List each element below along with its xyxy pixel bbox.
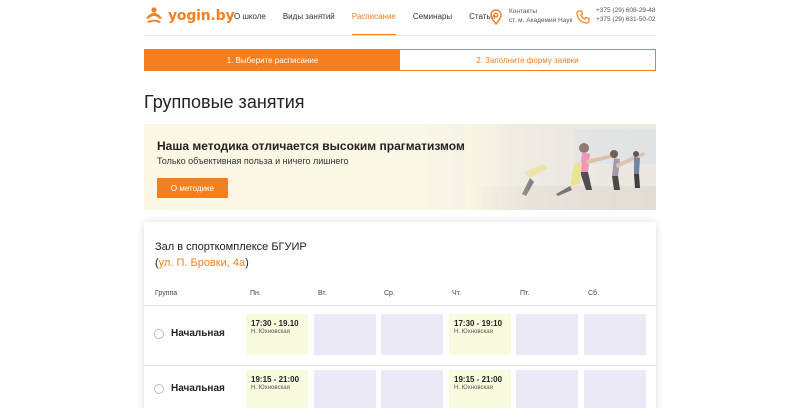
schedule-card: Зал в спорткомплексе БГУИР (ул. П. Бровк…	[144, 222, 656, 408]
nav-item-about[interactable]: О школе	[234, 12, 266, 36]
nav-item-classes[interactable]: Виды занятий	[283, 12, 335, 36]
col-header-wed: Ср.	[384, 290, 395, 297]
cell-time: 17:30 - 19:10	[454, 319, 503, 328]
step-fill-form[interactable]: 2. Заполните форму заявки	[400, 50, 655, 70]
contacts-title: Контакты	[509, 8, 538, 15]
yoga-class-photo	[464, 124, 656, 210]
about-method-button[interactable]: О методике	[157, 178, 228, 198]
schedule-cell-thu[interactable]: 17:30 - 19:10 Н. Юхновская	[449, 314, 511, 355]
schedule-cell-tue	[314, 314, 376, 355]
group-radio[interactable]	[154, 329, 164, 339]
method-banner: Наша методика отличается высоким прагмат…	[144, 124, 656, 210]
logo-text: yogin.by	[168, 8, 235, 24]
schedule-cell-tue	[314, 370, 376, 408]
cell-coach: Н. Юхновская	[251, 329, 290, 335]
schedule-cell-mon[interactable]: 17:30 - 19.10 Н. Юхновская	[246, 314, 308, 355]
page-title: Групповые занятия	[144, 92, 305, 112]
cell-coach: Н. Юхновская	[454, 329, 493, 335]
address-close-paren: )	[245, 257, 249, 269]
booking-steps: 1. Выберите расписание 2. Заполните форм…	[144, 49, 656, 71]
cell-time: 19:15 - 21:00	[454, 375, 503, 384]
main-nav: О школе Виды занятий Расписание Семинары…	[234, 12, 512, 36]
cell-time: 19:15 - 21:00	[251, 375, 300, 384]
col-header-tue: Вт.	[318, 290, 327, 297]
step-choose-schedule[interactable]: 1. Выберите расписание	[145, 50, 400, 70]
venue-address-line: (ул. П. Бровки, 4а)	[155, 257, 249, 269]
phone-icon	[576, 10, 590, 24]
schedule-cell-fri	[516, 314, 578, 355]
nav-item-seminars[interactable]: Семинары	[413, 12, 452, 36]
schedule-cell-wed	[381, 370, 443, 408]
row-divider	[144, 365, 656, 366]
phones-block: +375 (29) 608-29-48 +375 (29) 631-50-02	[576, 6, 655, 24]
banner-title: Наша методика отличается высоким прагмат…	[157, 139, 465, 153]
schedule-cell-wed	[381, 314, 443, 355]
group-radio[interactable]	[154, 384, 164, 394]
schedule-cell-sat	[584, 314, 646, 355]
banner-subtitle: Только объективная польза и ничего лишне…	[157, 156, 349, 166]
contacts-address: ст. м. Академия Наук	[509, 17, 573, 24]
phone-number-1[interactable]: +375 (29) 608-29-48	[596, 6, 655, 15]
schedule-cell-sat	[584, 370, 646, 408]
header-divider	[144, 305, 656, 306]
logo[interactable]: yogin.by	[144, 6, 235, 26]
group-name: Начальная	[171, 383, 225, 394]
venue-address-link[interactable]: ул. П. Бровки, 4а	[159, 257, 245, 269]
location-pin-icon	[490, 9, 502, 25]
nav-item-schedule[interactable]: Расписание	[351, 12, 396, 36]
phone-number-2[interactable]: +375 (29) 631-50-02	[596, 15, 655, 24]
schedule-cell-thu[interactable]: 19:15 - 21:00 Н. Юхновская	[449, 370, 511, 408]
site-header: yogin.by О школе Виды занятий Расписание…	[144, 0, 656, 36]
schedule-cell-mon[interactable]: 19:15 - 21:00 Н. Юхновская	[246, 370, 308, 408]
col-header-mon: Пн.	[250, 290, 261, 297]
schedule-cell-fri	[516, 370, 578, 408]
col-header-fri: Пт.	[520, 290, 530, 297]
yoga-logo-icon	[146, 7, 162, 23]
cell-coach: Н. Юхновская	[454, 385, 493, 391]
cell-coach: Н. Юхновская	[251, 385, 290, 391]
venue-title: Зал в спорткомплексе БГУИР	[155, 241, 307, 253]
col-header-sat: Сб.	[588, 290, 600, 297]
contacts-block[interactable]: Контакты ст. м. Академия Наук	[490, 7, 572, 25]
col-header-thu: Чт.	[452, 290, 462, 297]
group-name: Начальная	[171, 328, 225, 339]
col-header-group: Группа	[155, 290, 178, 297]
cell-time: 17:30 - 19.10	[251, 319, 299, 328]
